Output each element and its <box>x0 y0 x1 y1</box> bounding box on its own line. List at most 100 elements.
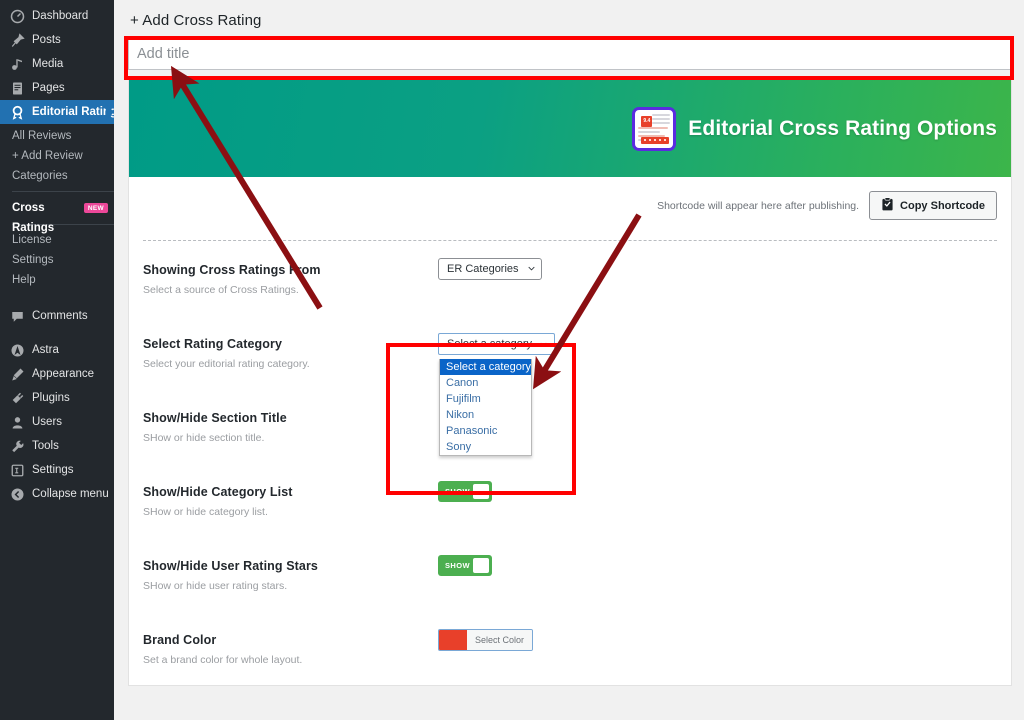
setting-label: Show/Hide Category List <box>143 485 293 499</box>
setting-label: Brand Color <box>143 633 217 647</box>
clipboard-icon <box>881 197 894 214</box>
sidebar-item-posts[interactable]: Posts <box>0 28 114 52</box>
collapse-icon <box>8 485 26 503</box>
user-icon <box>8 413 26 431</box>
wrench-icon <box>8 437 26 455</box>
sidebar-item-label: Pages <box>32 82 65 94</box>
setting-description: Select your editorial rating category. <box>143 358 310 370</box>
setting-row-brand-color: Brand Color Set a brand color for whole … <box>129 611 1011 685</box>
page-title: + Add Cross Rating <box>130 12 262 29</box>
sidebar-item-label: Plugins <box>32 392 70 404</box>
setting-label: Showing Cross Ratings From <box>143 263 321 277</box>
option-nikon[interactable]: Nikon <box>440 407 531 423</box>
cross-rating-options-panel: 9.4 Editorial Cross Rating Options Short <box>128 80 1012 686</box>
shortcode-row: Shortcode will appear here after publish… <box>129 177 1011 220</box>
setting-row-showing-cross-ratings-from: Showing Cross Ratings From Select a sour… <box>129 241 1011 315</box>
chevron-down-icon <box>540 342 547 347</box>
select-color-label: Select Color <box>467 630 533 650</box>
setting-row-show-hide-user-rating-stars: Show/Hide User Rating Stars SHow or hide… <box>129 537 1011 611</box>
copy-shortcode-button[interactable]: Copy Shortcode <box>869 191 997 220</box>
sidebar-item-label: Media <box>32 58 64 70</box>
option-fujifilm[interactable]: Fujifilm <box>440 391 531 407</box>
sidebar-item-editorial-rating[interactable]: Editorial Rating <box>0 100 117 124</box>
page-icon <box>8 79 26 97</box>
category-list-toggle[interactable]: SHOW <box>438 481 492 502</box>
dashboard-icon <box>8 7 26 25</box>
sidebar-item-label: Settings <box>32 464 74 476</box>
sidebar-subitem-add-review[interactable]: + Add Review <box>12 146 114 166</box>
sidebar-item-label: Appearance <box>32 368 95 380</box>
sidebar-item-label: Collapse menu <box>32 488 109 500</box>
sidebar-item-astra[interactable]: Astra <box>0 338 114 362</box>
toggle-knob <box>473 558 489 573</box>
sidebar-item-media[interactable]: Media <box>0 52 114 76</box>
settings-icon <box>8 461 26 479</box>
setting-label: Select Rating Category <box>143 337 283 351</box>
sidebar-subitem-help[interactable]: Help <box>12 270 114 290</box>
sidebar-item-label: Astra <box>32 344 59 356</box>
user-rating-stars-toggle[interactable]: SHOW <box>438 555 492 576</box>
sidebar-subitem-license[interactable]: License <box>12 230 114 250</box>
setting-row-show-hide-category-list: Show/Hide Category List SHow or hide cat… <box>129 463 1011 537</box>
comment-icon <box>8 307 26 325</box>
astra-icon <box>8 341 26 359</box>
plug-icon <box>8 389 26 407</box>
title-input[interactable] <box>128 37 1012 70</box>
pin-icon <box>8 31 26 49</box>
award-icon <box>8 103 26 121</box>
sidebar-item-label: Users <box>32 416 63 428</box>
admin-sidebar: Dashboard Posts Media Pages Editorial Ra <box>0 0 117 720</box>
sidebar-subitem-cross-ratings[interactable]: Cross Ratings NEW <box>12 197 114 234</box>
rating-category-options-list[interactable]: Select a category Canon Fujifilm Nikon P… <box>439 359 532 456</box>
sidebar-item-label: Dashboard <box>32 10 89 22</box>
sidebar-item-users[interactable]: Users <box>0 410 114 434</box>
toggle-knob <box>473 484 489 499</box>
brand-color-swatch <box>439 630 467 650</box>
brand-color-picker[interactable]: Select Color <box>438 629 534 651</box>
new-badge: NEW <box>83 203 108 213</box>
banner-title: Editorial Cross Rating Options <box>688 116 997 140</box>
option-select-a-category[interactable]: Select a category <box>440 359 531 375</box>
setting-description: Set a brand color for whole layout. <box>143 654 303 666</box>
option-sony[interactable]: Sony <box>440 439 531 455</box>
rating-category-value: Select a category <box>447 338 532 350</box>
option-canon[interactable]: Canon <box>440 375 531 391</box>
toggle-label: SHOW <box>445 487 470 496</box>
cross-rating-source-select[interactable]: ER Categories <box>438 258 542 280</box>
sidebar-item-label: Comments <box>32 310 88 322</box>
sidebar-item-plugins[interactable]: Plugins <box>0 386 114 410</box>
sidebar-item-collapse-menu[interactable]: Collapse menu <box>0 482 114 506</box>
copy-shortcode-label: Copy Shortcode <box>900 199 985 212</box>
sidebar-item-label: Tools <box>32 440 59 452</box>
setting-label: Show/Hide User Rating Stars <box>143 559 318 573</box>
sidebar-subitem-all-reviews[interactable]: All Reviews <box>12 126 114 146</box>
sidebar-item-dashboard[interactable]: Dashboard <box>0 4 114 28</box>
sidebar-item-comments[interactable]: Comments <box>0 304 114 328</box>
setting-label: Show/Hide Section Title <box>143 411 287 425</box>
option-panasonic[interactable]: Panasonic <box>440 423 531 439</box>
sidebar-subitem-settings[interactable]: Settings <box>12 250 114 270</box>
setting-description: SHow or hide user rating stars. <box>143 580 288 592</box>
setting-description: SHow or hide section title. <box>143 432 265 444</box>
rating-category-select[interactable]: Select a category Select a category Cano… <box>438 333 555 456</box>
submenu-divider <box>12 191 114 192</box>
options-banner: 9.4 Editorial Cross Rating Options <box>129 80 1011 177</box>
sidebar-item-tools[interactable]: Tools <box>0 434 114 458</box>
setting-row-show-hide-section-title: Show/Hide Section Title SHow or hide sec… <box>129 389 1011 463</box>
sidebar-subitem-categories[interactable]: Categories <box>12 166 114 186</box>
brush-icon <box>8 365 26 383</box>
sidebar-item-label: Posts <box>32 34 61 46</box>
main-content: + Add Cross Rating 9.4 E <box>114 0 1024 720</box>
review-card-icon: 9.4 <box>632 106 677 151</box>
logo-score: 9.4 <box>641 115 653 127</box>
setting-description: SHow or hide category list. <box>143 506 268 518</box>
sidebar-item-label: Editorial Rating <box>32 106 117 118</box>
sidebar-item-appearance[interactable]: Appearance <box>0 362 114 386</box>
toggle-label: SHOW <box>445 561 470 570</box>
sidebar-item-settings[interactable]: Settings <box>0 458 114 482</box>
setting-row-select-rating-category: Select Rating Category Select your edito… <box>129 315 1011 456</box>
sidebar-item-pages[interactable]: Pages <box>0 76 114 100</box>
media-icon <box>8 55 26 73</box>
